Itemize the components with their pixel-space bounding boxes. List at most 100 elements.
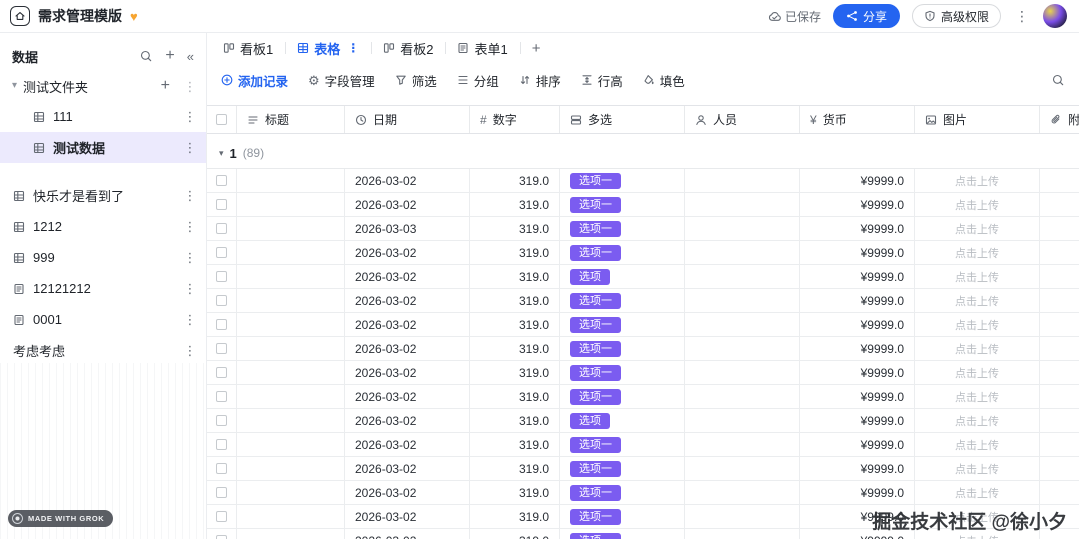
sidebar-item[interactable]: 测试数据 ⋮ — [0, 132, 206, 163]
checkbox[interactable] — [216, 463, 227, 474]
number-cell[interactable]: 319.0 — [470, 505, 560, 528]
table-row[interactable]: 2026-03-02319.0 选项一 ¥9999.0 点击上传 — [207, 457, 1079, 481]
attachment-cell[interactable] — [1040, 433, 1079, 456]
table-row[interactable]: 2026-03-03 319.0 选项一 ¥9999.0 点击上传 — [207, 217, 1079, 241]
number-cell[interactable]: 319.0 — [470, 169, 560, 192]
title-cell[interactable] — [237, 193, 345, 216]
person-cell[interactable] — [685, 409, 800, 432]
avatar[interactable] — [1043, 4, 1067, 28]
date-cell[interactable]: 2026-03-02 — [345, 361, 470, 384]
add-record-button[interactable]: 添加记录 — [221, 71, 288, 90]
person-cell[interactable] — [685, 433, 800, 456]
multi-cell[interactable]: 选项一 — [560, 433, 685, 456]
title-cell[interactable] — [237, 457, 345, 480]
more-icon[interactable]: ⋮ — [184, 344, 197, 357]
attachment-cell[interactable] — [1040, 457, 1079, 480]
row-checkbox-cell[interactable] — [207, 265, 237, 288]
row-checkbox-cell[interactable] — [207, 409, 237, 432]
heart-icon[interactable]: ♥ — [130, 10, 138, 23]
checkbox[interactable] — [216, 391, 227, 402]
table-row[interactable]: 2026-03-02319.0 选项一 ¥9999.0 点击上传 — [207, 313, 1079, 337]
currency-cell[interactable]: ¥9999.0 — [800, 337, 915, 360]
row-checkbox-cell[interactable] — [207, 193, 237, 216]
image-cell[interactable]: 点击上传 — [915, 433, 1040, 456]
collapse-sidebar-icon[interactable]: « — [187, 50, 194, 63]
person-cell[interactable] — [685, 241, 800, 264]
title-cell[interactable] — [237, 289, 345, 312]
attachment-cell[interactable] — [1040, 361, 1079, 384]
row-checkbox-cell[interactable] — [207, 433, 237, 456]
column-header-attachment[interactable]: 附件 — [1040, 106, 1079, 133]
currency-cell[interactable]: ¥9999.0 — [800, 361, 915, 384]
image-cell[interactable]: 点击上传 — [915, 361, 1040, 384]
currency-cell[interactable]: ¥9999.0 — [800, 193, 915, 216]
title-cell[interactable] — [237, 409, 345, 432]
checkbox[interactable] — [216, 247, 227, 258]
number-cell[interactable]: 319.0 — [470, 241, 560, 264]
date-cell[interactable]: 2026-03-02 — [345, 409, 470, 432]
column-header-currency[interactable]: ¥ 货币 — [800, 106, 915, 133]
column-header-title[interactable]: 标题 — [237, 106, 345, 133]
row-checkbox-cell[interactable] — [207, 505, 237, 528]
column-header-multi[interactable]: 多选 — [560, 106, 685, 133]
date-cell[interactable]: 2026-03-02 — [345, 481, 470, 504]
row-checkbox-cell[interactable] — [207, 385, 237, 408]
person-cell[interactable] — [685, 481, 800, 504]
number-cell[interactable]: 319.0 — [470, 385, 560, 408]
table-row[interactable]: 2026-03-02319.0 选项一 ¥9999.0 点击上传 — [207, 241, 1079, 265]
person-cell[interactable] — [685, 505, 800, 528]
title-cell[interactable] — [237, 385, 345, 408]
number-cell[interactable]: 319.0 — [470, 337, 560, 360]
person-cell[interactable] — [685, 313, 800, 336]
more-icon[interactable]: ⋮ — [184, 80, 197, 93]
image-cell[interactable]: 点击上传 — [915, 241, 1040, 264]
table-row[interactable]: 2026-03-02319.0 选项一 ¥9999.0 点击上传 — [207, 169, 1079, 193]
person-cell[interactable] — [685, 265, 800, 288]
number-cell[interactable]: 319.0 — [470, 217, 560, 240]
checkbox[interactable] — [216, 199, 227, 210]
currency-cell[interactable]: ¥9999.0 — [800, 457, 915, 480]
person-cell[interactable] — [685, 361, 800, 384]
number-cell[interactable]: 319.0 — [470, 313, 560, 336]
image-cell[interactable]: 点击上传 — [915, 217, 1040, 240]
title-cell[interactable] — [237, 241, 345, 264]
date-cell[interactable]: 2026-03-02 — [345, 457, 470, 480]
row-checkbox-cell[interactable] — [207, 337, 237, 360]
row-checkbox-cell[interactable] — [207, 241, 237, 264]
attachment-cell[interactable] — [1040, 217, 1079, 240]
row-checkbox-cell[interactable] — [207, 361, 237, 384]
attachment-cell[interactable] — [1040, 337, 1079, 360]
chevron-down-icon[interactable]: ▾ — [219, 148, 224, 159]
column-header-image[interactable]: 图片 — [915, 106, 1040, 133]
image-cell[interactable]: 点击上传 — [915, 265, 1040, 288]
currency-cell[interactable]: ¥9999.0 — [800, 385, 915, 408]
title-cell[interactable] — [237, 217, 345, 240]
sidebar-item[interactable]: 12121212 ⋮ — [0, 273, 206, 304]
image-cell[interactable]: 点击上传 — [915, 337, 1040, 360]
multi-cell[interactable]: 选项一 — [560, 313, 685, 336]
date-cell[interactable]: 2026-03-02 — [345, 505, 470, 528]
date-cell[interactable]: 2026-03-02 — [345, 241, 470, 264]
row-checkbox-cell[interactable] — [207, 289, 237, 312]
multi-cell[interactable]: 选项一 — [560, 361, 685, 384]
multi-cell[interactable]: 选项一 — [560, 337, 685, 360]
table-row[interactable]: 2026-03-02319.0 选项一 ¥9999.0 点击上传 — [207, 337, 1079, 361]
attachment-cell[interactable] — [1040, 169, 1079, 192]
table-row[interactable]: 2026-03-02319.0 选项一 ¥9999.0 点击上传 — [207, 433, 1079, 457]
checkbox[interactable] — [216, 295, 227, 306]
attachment-cell[interactable] — [1040, 193, 1079, 216]
toolbar-button[interactable]: 分组 — [457, 71, 499, 90]
more-icon[interactable]: ⋮ — [184, 282, 197, 295]
checkbox[interactable] — [216, 535, 227, 539]
date-cell[interactable]: 2026-03-02 — [345, 529, 470, 539]
attachment-cell[interactable] — [1040, 385, 1079, 408]
chevron-down-icon[interactable]: ▾ — [12, 81, 17, 91]
multi-cell[interactable]: 选项一 — [560, 529, 685, 539]
title-cell[interactable] — [237, 313, 345, 336]
row-checkbox-cell[interactable] — [207, 529, 237, 539]
image-cell[interactable]: 点击上传 — [915, 169, 1040, 192]
number-cell[interactable]: 319.0 — [470, 457, 560, 480]
image-cell[interactable]: 点击上传 — [915, 385, 1040, 408]
checkbox[interactable] — [216, 415, 227, 426]
group-row[interactable]: ▾ 1 (89) — [207, 138, 1079, 168]
